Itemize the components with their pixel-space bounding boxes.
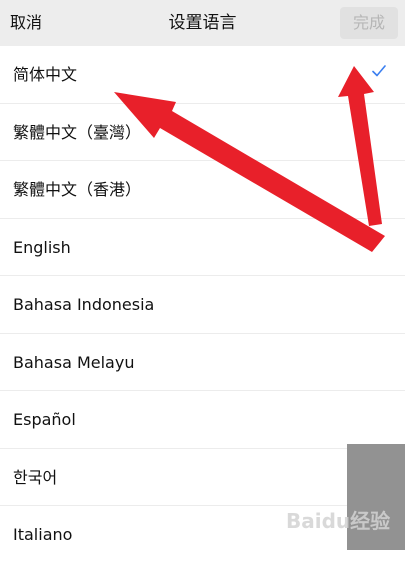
- watermark-text: Baidu经验: [286, 509, 391, 533]
- language-label: 繁體中文（香港）: [13, 180, 142, 199]
- language-label: Bahasa Indonesia: [13, 295, 155, 314]
- language-item-korean[interactable]: 한국어: [0, 448, 405, 506]
- language-item-bahasa-melayu[interactable]: Bahasa Melayu: [0, 333, 405, 391]
- navigation-bar: 取消 设置语言 完成: [0, 0, 405, 46]
- language-item-english[interactable]: English: [0, 218, 405, 276]
- language-item-zh-hant-tw[interactable]: 繁體中文（臺灣）: [0, 103, 405, 161]
- language-list: 简体中文 繁體中文（臺灣） 繁體中文（香港） English Bahasa In…: [0, 46, 405, 564]
- language-label: 한국어: [13, 467, 58, 487]
- language-item-espanol[interactable]: Español: [0, 391, 405, 449]
- language-label: Español: [13, 410, 76, 429]
- language-label: 繁體中文（臺灣）: [13, 122, 142, 142]
- language-label: Italiano: [13, 525, 73, 544]
- language-item-zh-hant-hk[interactable]: 繁體中文（香港）: [0, 161, 405, 219]
- language-item-zh-hans[interactable]: 简体中文: [0, 46, 405, 104]
- language-label: Bahasa Melayu: [13, 352, 135, 372]
- language-label: 简体中文: [13, 65, 78, 84]
- done-button[interactable]: 完成: [340, 7, 398, 39]
- check-icon: [372, 65, 386, 77]
- language-label: English: [13, 237, 71, 257]
- overlay-block: [347, 444, 405, 550]
- language-item-bahasa-indonesia[interactable]: Bahasa Indonesia: [0, 276, 405, 334]
